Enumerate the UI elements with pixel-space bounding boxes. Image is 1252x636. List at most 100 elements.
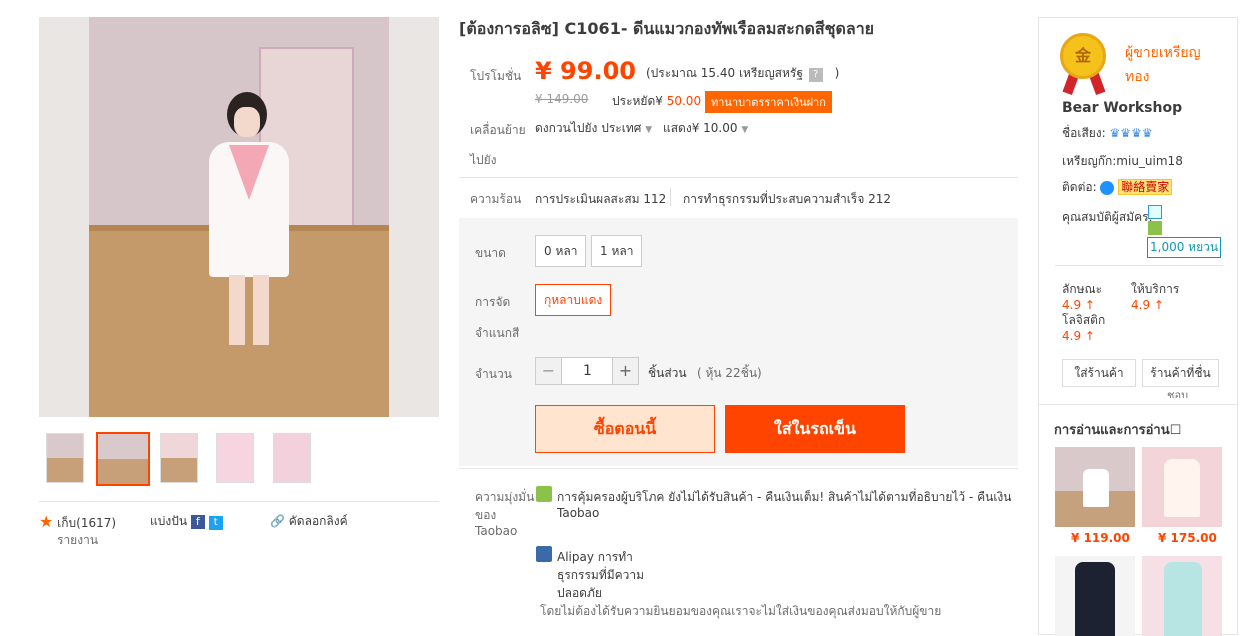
approx-price: (ประมาณ 15.40 เหรียญสหรัฐ ? ) <box>646 64 839 83</box>
contact-row: ติดต่อ: 聯絡賣家 <box>1062 178 1173 197</box>
copy-link[interactable]: 🔗 คัดลอกลิงค์ <box>270 512 348 531</box>
copy-link-label: คัดลอกลิงค์ <box>288 514 348 528</box>
deposit-badge: 1,000 หยวน <box>1147 237 1222 258</box>
color-label-2: จำแนกสี <box>475 326 520 340</box>
seller-id-value: miu_uim18 <box>1116 154 1183 168</box>
shield-icon <box>1148 221 1162 235</box>
recommend-price-2: ¥ 175.00 <box>1158 531 1217 545</box>
save-label: ประหยัด¥ <box>612 94 663 108</box>
seller-id: เหรียญก๊ก:miu_uim18 <box>1062 152 1183 171</box>
promo-label: โปรโมชั่น <box>470 69 522 83</box>
buy-now-button[interactable]: ซื้อตอนนี้ <box>535 405 715 453</box>
approx-text: (ประมาณ 15.40 เหรียญสหรัฐ <box>646 66 803 80</box>
divider <box>1039 404 1238 405</box>
size-option-0[interactable]: 0 หลา <box>535 235 587 267</box>
save-value: 50.00 <box>666 94 702 108</box>
quantity-plus-button[interactable]: + <box>612 358 638 384</box>
model-face <box>234 107 260 137</box>
approx-close: ) <box>834 66 840 80</box>
divider <box>459 468 1018 469</box>
score-desc: 4.9 ↑ <box>1062 298 1095 312</box>
shield-icon <box>536 486 552 502</box>
recommend-title: การอ่านและการอ่าน☐ <box>1054 423 1182 438</box>
shop-name[interactable]: Bear Workshop <box>1062 100 1182 116</box>
twitter-icon[interactable]: t <box>208 516 223 530</box>
seller-level: ผู้ขายเหรียญ <box>1125 45 1201 61</box>
membership-label: คุณสมบัติผู้สมัคร: <box>1062 210 1153 224</box>
divider <box>39 501 439 502</box>
size-option-1[interactable]: 1 หลา <box>591 235 643 267</box>
contact-label: ติดต่อ: <box>1062 180 1097 194</box>
divider <box>1055 265 1223 266</box>
crown-icon: ♛♛♛♛ <box>1109 126 1153 140</box>
quantity-input[interactable]: 1 <box>563 358 612 384</box>
promise-label-3: Taobao <box>475 524 518 538</box>
favorite-shop-button[interactable]: ร้านค้าที่ชื่น <box>1142 359 1219 387</box>
shipping-destination[interactable]: ดงกวนไปยัง ประเทศ ▼ <box>535 119 652 138</box>
quantity-stepper: − 1 + <box>535 357 639 385</box>
thumbnail-1[interactable] <box>46 433 84 483</box>
quantity-label: จำนวน <box>475 367 512 381</box>
help-icon[interactable]: ? <box>808 68 823 82</box>
score-service: 4.9 ↑ <box>1131 298 1164 312</box>
contact-seller-button[interactable]: 聯絡賣家 <box>1118 179 1173 195</box>
report-link[interactable]: รายงาน <box>57 531 98 550</box>
shipping-label-2: ไปยัง <box>470 153 497 167</box>
score-service-label: ให้บริการ <box>1131 282 1180 296</box>
chat-icon <box>1100 180 1115 195</box>
main-product-image[interactable] <box>39 17 439 417</box>
dress-shape <box>1164 459 1200 517</box>
consumer-protection[interactable]: การคุ้มครองผู้บริโภค ยังไม่ได้รับสินค้า … <box>557 488 1011 507</box>
arrow-up-icon: ↑ <box>1084 329 1095 343</box>
shipping-label: เคลื่อนย้าย <box>470 123 526 137</box>
dress-shape <box>1083 469 1109 507</box>
quantity-unit: ชิ้นส่วน <box>648 366 687 380</box>
add-to-cart-button[interactable]: ใส่ในรถเข็น <box>725 405 905 453</box>
size-label: ขนาด <box>475 246 506 260</box>
quantity-minus-button[interactable]: − <box>536 358 562 384</box>
save-amount: ประหยัด¥ 50.00 <box>612 92 701 111</box>
current-price: ¥ 99.00 <box>535 57 636 85</box>
collect-link[interactable]: ★ เก็บ(1617) <box>39 512 116 533</box>
original-price: ¥ 149.00 <box>535 92 589 106</box>
recommend-price-1: ¥ 119.00 <box>1071 531 1130 545</box>
alipay-line-3: ปลอดภัย <box>557 586 602 600</box>
promise-label-1: ความมุ่งมั่น <box>475 490 535 504</box>
gold-medal-icon: 金 <box>1060 33 1106 79</box>
arrow-up-icon: ↑ <box>1153 298 1164 312</box>
collect-count: เก็บ(1617) <box>57 516 117 530</box>
enter-shop-button[interactable]: ใส่ร้านค้า <box>1062 359 1136 387</box>
popularity-label: ความร้อน <box>470 192 522 206</box>
color-option-selected[interactable]: กุหลาบแดง <box>535 284 612 316</box>
score-logistics-label: โลจิสติก <box>1062 313 1106 327</box>
separator <box>670 188 671 206</box>
reputation: ชื่อเสียง: ♛♛♛♛ <box>1062 124 1153 143</box>
deposit-tag: ทานาบาตรราคาเงินฝาก <box>705 91 832 113</box>
review-count[interactable]: การประเมินผลสะสม 112 <box>535 190 666 209</box>
model-legs <box>229 275 269 345</box>
thumbnail-3[interactable] <box>160 433 198 483</box>
score-service-value: 4.9 <box>1131 298 1151 312</box>
alipay-note: โดยไม่ต้องได้รับความยินยอมของคุณเราจะไม่… <box>540 604 942 618</box>
recommend-item-2[interactable] <box>1142 447 1222 527</box>
recommend-item-4[interactable] <box>1142 556 1222 636</box>
alipay-line-1[interactable]: Alipay การทำ <box>557 548 633 567</box>
recommend-item-3[interactable] <box>1055 556 1135 636</box>
divider <box>459 177 1018 178</box>
thumbnail-5[interactable] <box>273 433 311 483</box>
chevron-down-icon: ▼ <box>741 125 749 135</box>
score-logistics-value: 4.9 <box>1062 329 1082 343</box>
thumbnail-4[interactable] <box>216 433 254 483</box>
product-title: [ต้องการอลิซ] C1061- ดีนแมวกองทัพเรือลมส… <box>459 19 875 38</box>
recommend-item-1[interactable] <box>1055 447 1135 527</box>
score-desc-value: 4.9 <box>1062 298 1082 312</box>
facebook-icon[interactable]: f <box>190 515 205 529</box>
seller-level-2: ทอง <box>1125 69 1150 85</box>
sales-count[interactable]: การทำธุรกรรมที่ประสบความสำเร็จ 212 <box>683 190 891 209</box>
thumbnail-2[interactable] <box>96 432 150 486</box>
consumer-protection-2: Taobao <box>557 506 600 520</box>
seller-id-label: เหรียญก๊ก: <box>1062 154 1117 168</box>
star-icon: ★ <box>39 512 54 531</box>
reputation-label: ชื่อเสียง: <box>1062 126 1106 140</box>
shipping-fee[interactable]: แสดง¥ 10.00 ▼ <box>663 119 748 138</box>
